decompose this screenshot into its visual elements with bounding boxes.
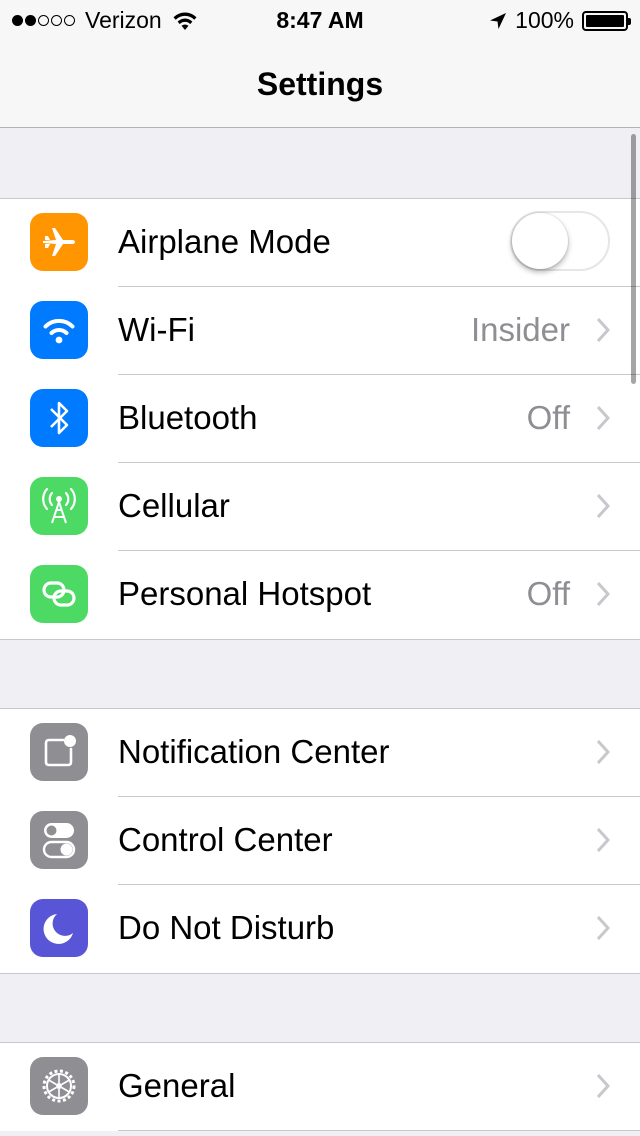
location-arrow-icon: [490, 12, 507, 29]
status-right: 100%: [489, 7, 631, 34]
settings-row-label: General: [118, 1067, 236, 1104]
settings-row-do-not-disturb[interactable]: Do Not Disturb: [0, 885, 640, 973]
settings-row-wifi[interactable]: Wi-Fi Insider: [0, 287, 640, 375]
settings-row-notification-center[interactable]: Notification Center: [0, 709, 640, 797]
control-center-icon: [30, 811, 88, 869]
hotspot-icon: [30, 565, 88, 623]
cellular-icon: [30, 477, 88, 535]
settings-group-connectivity: Airplane Mode Wi-Fi Insider Bluetooth Of…: [0, 198, 640, 640]
scroll-indicator[interactable]: [631, 134, 636, 384]
chevron-right-icon: [596, 581, 610, 607]
gear-icon: [30, 1057, 88, 1115]
settings-row-bluetooth[interactable]: Bluetooth Off: [0, 375, 640, 463]
settings-row-label: Control Center: [118, 821, 333, 858]
battery-icon: [582, 10, 631, 31]
chevron-right-icon: [596, 739, 610, 765]
settings-row-label: Cellular: [118, 487, 230, 524]
battery-percent: 100%: [515, 7, 574, 33]
settings-row-value: Off: [526, 399, 570, 436]
settings-row-label: Do Not Disturb: [118, 909, 335, 946]
navigation-bar: Settings: [0, 40, 640, 128]
settings-row-label: Personal Hotspot: [118, 575, 372, 612]
page-title: Settings: [256, 66, 384, 102]
settings-row-value: Insider: [470, 311, 570, 348]
settings-group-general: General: [0, 1042, 640, 1131]
notification-center-icon: [30, 723, 88, 781]
moon-icon: [30, 899, 88, 957]
settings-row-personal-hotspot[interactable]: Personal Hotspot Off: [0, 551, 640, 639]
bluetooth-icon: [30, 389, 88, 447]
chevron-right-icon: [596, 493, 610, 519]
settings-row-value: Off: [526, 575, 570, 612]
chevron-right-icon: [596, 317, 610, 343]
chevron-right-icon: [596, 405, 610, 431]
settings-row-label: Bluetooth: [118, 399, 258, 436]
wifi-icon: [30, 301, 88, 359]
chevron-right-icon: [596, 1073, 610, 1099]
status-bar: Verizon 8:47 AM 100%: [0, 0, 640, 40]
settings-row-label: Notification Center: [118, 733, 390, 770]
settings-row-cellular[interactable]: Cellular: [0, 463, 640, 551]
chevron-right-icon: [596, 915, 610, 941]
airplane-icon: [30, 213, 88, 271]
settings-row-label: Wi-Fi: [118, 311, 195, 348]
settings-row-label: Airplane Mode: [118, 223, 331, 260]
settings-row-general[interactable]: General: [0, 1043, 640, 1131]
airplane-mode-toggle[interactable]: [510, 211, 610, 271]
settings-row-airplane-mode[interactable]: Airplane Mode: [0, 199, 640, 287]
settings-row-control-center[interactable]: Control Center: [0, 797, 640, 885]
chevron-right-icon: [596, 827, 610, 853]
toggle-knob[interactable]: [512, 213, 568, 269]
settings-group-system: Notification Center Control Center Do No…: [0, 708, 640, 974]
